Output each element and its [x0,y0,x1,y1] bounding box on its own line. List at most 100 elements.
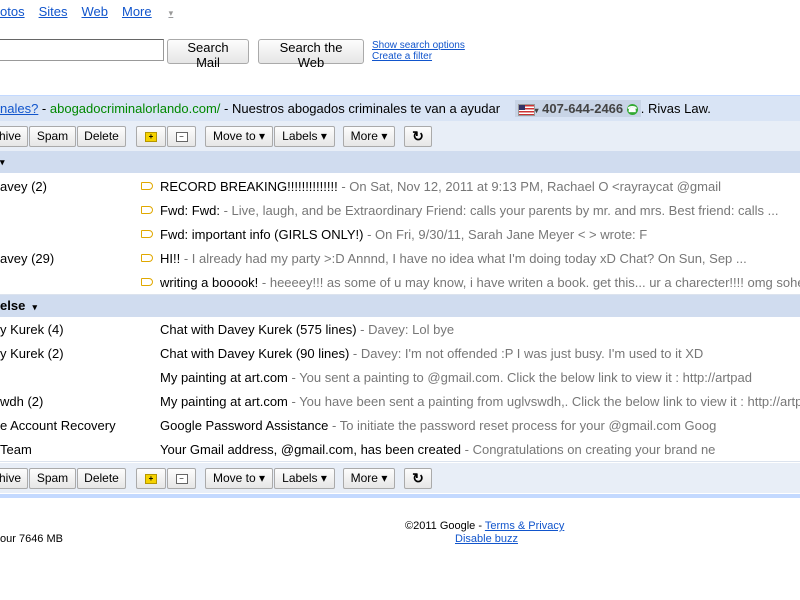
row-subject: Chat with Davey Kurek (90 lines) - Davey… [160,346,703,361]
add-star-button[interactable]: + [136,126,166,147]
refresh-button[interactable]: ↻ [404,468,432,489]
table-row[interactable]: writing a booook! - heeeey!!! as some of… [0,270,800,295]
spam-button[interactable]: Spam [29,126,76,147]
row-sender: y Kurek (4) [0,322,64,337]
add-star-button[interactable]: + [136,468,166,489]
row-sender: y Kurek (2) [0,346,64,361]
toolbar-top: hive Spam Delete + − Move to ▾ Labels ▾ … [0,121,800,151]
label-tag-icon[interactable] [141,278,153,286]
ad-phone-box[interactable]: ▾ 407-644-2466 ☎ [514,100,641,117]
row-snippet: - On Sat, Nov 12, 2011 at 9:13 PM, Racha… [337,179,721,194]
row-snippet: - Congratulations on creating your brand… [461,442,716,457]
table-row[interactable]: Fwd: Fwd: - Live, laugh, and be Extraord… [0,198,800,223]
delete-button[interactable]: Delete [77,468,126,489]
nav-photos[interactable]: otos [0,4,25,19]
ad-content: nales? - abogadocriminalorlando.com/ - N… [0,100,711,117]
delete-button[interactable]: Delete [77,126,126,147]
table-row[interactable]: wdh (2) My painting at art.com - You hav… [0,389,800,414]
row-snippet: - heeeey!!! as some of u may know, i hav… [258,275,800,290]
row-subject: Google Password Assistance - To initiate… [160,418,716,433]
table-row[interactable]: Fwd: important info (GIRLS ONLY!) - On F… [0,222,800,247]
label-tag-icon[interactable] [141,206,153,214]
nav-web[interactable]: Web [81,4,108,19]
terms-privacy-link[interactable]: Terms & Privacy [485,520,564,532]
section-header-priority[interactable]: ▾ [0,151,800,173]
show-search-options-link[interactable]: Show search options [372,40,465,51]
chevron-down-icon[interactable]: ▾ [33,302,38,312]
move-to-button[interactable]: Move to ▾ [205,468,273,489]
row-subject-text: HI!! [160,251,181,266]
row-sender: Team [0,442,32,457]
archive-button[interactable]: hive [0,468,28,489]
row-snippet: - Davey: I'm not offended :P I was just … [349,346,704,361]
us-flag-icon [517,103,535,116]
ad-bar: nales? - abogadocriminalorlando.com/ - N… [0,95,800,121]
chevron-down-icon[interactable]: ▾ [0,157,5,167]
minus-icon: − [175,131,188,142]
row-snippet: - You sent a painting to @gmail.com. Cli… [287,370,753,385]
copyright: ©2011 Google - [405,520,485,532]
row-subject: My painting at art.com - You sent a pain… [160,370,752,385]
archive-button[interactable]: hive [0,126,28,147]
row-snippet: - To initiate the password reset process… [328,418,717,433]
row-subject-text: writing a booook! [160,275,259,290]
section-header-everything-else[interactable]: else ▾ [0,295,800,317]
row-subject: Chat with Davey Kurek (575 lines) - Dave… [160,322,454,337]
search-input[interactable] [0,39,164,61]
table-row[interactable]: Team Your Gmail address, @gmail.com, has… [0,437,800,462]
row-snippet: - Live, laugh, and be Extraordinary Frie… [219,203,779,218]
ad-phone: 407-644-2466 [542,101,624,116]
row-sender: e Account Recovery [0,418,116,433]
row-subject: Fwd: Fwd: - Live, laugh, and be Extraord… [160,203,779,218]
more-button[interactable]: More ▾ [343,126,395,147]
nav-more[interactable]: More ▾ [122,4,187,19]
table-row[interactable]: avey (29) HI!! - I already had my party … [0,246,800,271]
table-row[interactable]: My painting at art.com - You sent a pain… [0,365,800,390]
footer-line-1: ©2011 Google - Terms & Privacy [405,520,564,533]
search-web-button[interactable]: Search the Web [258,39,364,70]
storage-usage: our 7646 MB [0,533,63,545]
row-subject-text: Fwd: Fwd: [160,203,220,218]
label-tag-icon[interactable] [141,230,153,238]
row-subject: HI!! - I already had my party >:D Annnd,… [160,251,747,266]
labels-button[interactable]: Labels ▾ [274,468,335,489]
remove-button[interactable]: − [167,468,196,489]
remove-button[interactable]: − [167,126,196,147]
row-subject-text: RECORD BREAKING!!!!!!!!!!!!!! [160,179,338,194]
bottom-divider [0,494,800,498]
table-row[interactable]: avey (2) RECORD BREAKING!!!!!!!!!!!!!! -… [0,174,800,199]
phone-icon: ☎ [626,104,638,116]
search-links: Show search options Create a filter [372,40,465,62]
row-subject-text: My painting at art.com [160,394,288,409]
more-button[interactable]: More ▾ [343,468,395,489]
chevron-down-icon: ▾ [168,8,174,18]
row-subject: Your Gmail address, @gmail.com, has been… [160,442,715,457]
table-row[interactable]: y Kurek (2) Chat with Davey Kurek (90 li… [0,341,800,366]
move-to-button[interactable]: Move to ▾ [205,126,273,147]
nav-sites[interactable]: Sites [39,4,68,19]
ad-url[interactable]: abogadocriminalorlando.com/ [50,101,221,116]
row-sender: wdh (2) [0,394,44,409]
search-mail-button[interactable]: Search Mail [167,39,249,70]
minus-icon: − [175,473,188,484]
row-snippet: - You have been sent a painting from ugl… [287,394,800,409]
toolbar-bottom: hive Spam Delete + − Move to ▾ Labels ▾ … [0,463,800,493]
ad-after: . Rivas Law. [640,101,711,116]
row-snippet: - On Fri, 9/30/11, Sarah Jane Meyer < > … [363,227,648,242]
footer: ©2011 Google - Terms & Privacy Disable b… [405,520,564,546]
label-tag-icon[interactable] [141,254,153,262]
table-row[interactable]: y Kurek (4) Chat with Davey Kurek (575 l… [0,317,800,342]
disable-buzz-link[interactable]: Disable buzz [455,533,564,546]
refresh-button[interactable]: ↻ [404,126,432,147]
row-snippet: - Davey: Lol bye [356,322,455,337]
ad-headline-link[interactable]: nales? [0,101,38,116]
chevron-down-icon: ▾ [534,106,539,115]
row-sender: avey (29) [0,251,55,266]
label-tag-icon[interactable] [141,182,153,190]
spam-button[interactable]: Spam [29,468,76,489]
ad-text: - Nuestros abogados criminales te van a … [220,101,501,116]
row-subject: Fwd: important info (GIRLS ONLY!) - On F… [160,227,647,242]
labels-button[interactable]: Labels ▾ [274,126,335,147]
create-filter-link[interactable]: Create a filter [372,51,465,62]
table-row[interactable]: e Account Recovery Google Password Assis… [0,413,800,438]
